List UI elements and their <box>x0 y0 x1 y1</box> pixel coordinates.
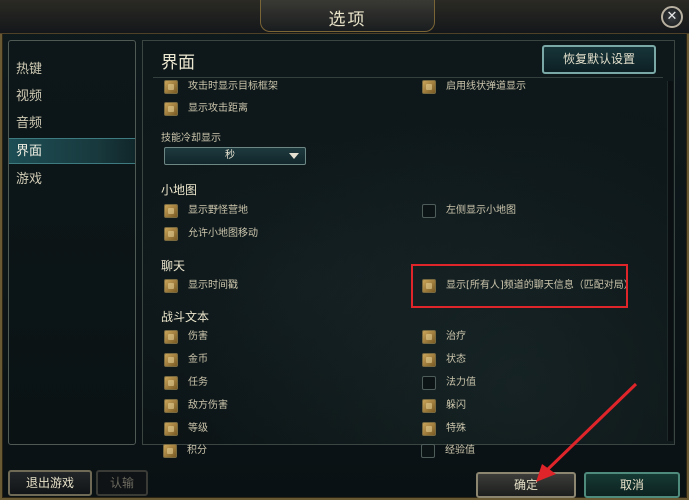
annotation-arrow <box>536 382 638 482</box>
